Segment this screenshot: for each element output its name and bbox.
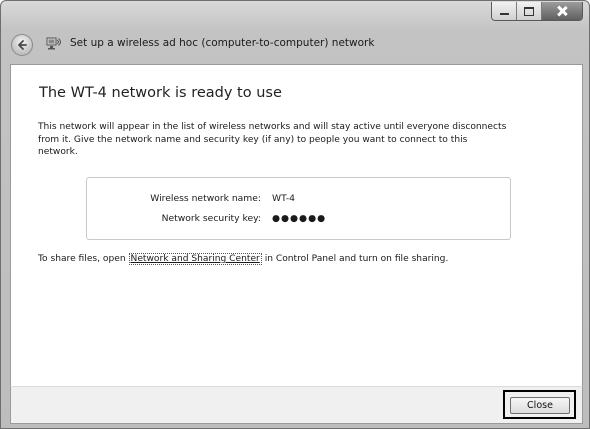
network-sharing-center-link[interactable]: Network and Sharing Center (128, 253, 262, 265)
description-text: This network will appear in the list of … (38, 122, 507, 158)
wizard-window: Set up a wireless ad hoc (computer-to-co… (0, 0, 590, 429)
back-button[interactable] (11, 34, 33, 56)
maximize-button[interactable] (516, 2, 541, 20)
wizard-header: Set up a wireless ad hoc (computer-to-co… (1, 29, 589, 59)
security-key-label: Network security key: (161, 213, 261, 224)
network-name-label: Wireless network name: (150, 193, 261, 204)
network-info-box: Wireless network name: WT-4 Network secu… (86, 177, 511, 240)
back-arrow-icon (18, 40, 27, 50)
close-button[interactable]: Close (510, 397, 570, 414)
window-title: Set up a wireless ad hoc (computer-to-co… (70, 37, 375, 49)
share-prefix: To share files, open (38, 254, 129, 264)
share-suffix: in Control Panel and turn on file sharin… (261, 254, 449, 264)
maximize-icon (524, 6, 534, 16)
close-icon (556, 6, 568, 16)
page-heading: The WT-4 network is ready to use (39, 85, 282, 101)
network-name-value: WT-4 (272, 193, 296, 204)
window-close-button[interactable] (541, 2, 582, 20)
wizard-footer: Close (10, 386, 583, 424)
caption-controls (491, 2, 583, 21)
security-key-row: Network security key: ●●●●●● (87, 213, 510, 227)
minimize-button[interactable] (492, 2, 516, 20)
share-files-text: To share files, open Network and Sharing… (38, 253, 449, 265)
content-panel: The WT-4 network is ready to use This ne… (10, 64, 583, 387)
close-button-highlight: Close (503, 390, 576, 419)
network-name-row: Wireless network name: WT-4 (87, 193, 510, 207)
minimize-icon (499, 13, 509, 15)
security-key-value: ●●●●●● (272, 213, 327, 224)
network-icon (46, 37, 61, 50)
